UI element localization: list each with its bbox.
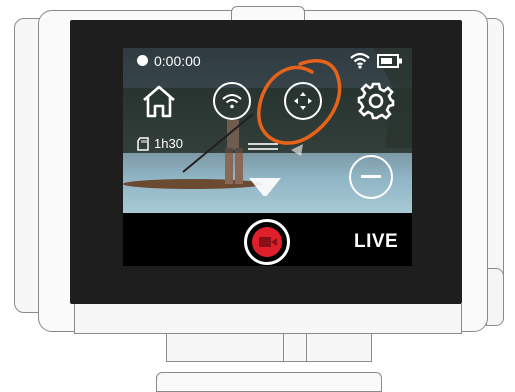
record-button[interactable] [244,219,290,265]
sd-card-icon [137,137,149,151]
wifi-button[interactable] [213,82,251,120]
record-bar: LIVE [123,213,412,266]
zoom-out-button[interactable] [349,155,393,199]
record-status-dot [137,55,148,66]
camera-mount-slot [283,334,307,362]
gear-icon[interactable] [356,81,396,121]
battery-icon [377,54,402,68]
camera-mount-base [156,372,382,392]
home-icon[interactable] [140,82,178,120]
wifi-icon [222,94,242,109]
minus-icon [361,175,381,178]
camera-mount [166,334,372,362]
camera-bottom-lip [74,304,462,334]
wifi-status-icon [350,52,370,69]
camera-side-latch [486,268,504,326]
storage-remaining: 1h30 [154,136,183,151]
highlight-circle [257,58,342,145]
recording-timer: 0:00:00 [154,53,201,69]
record-icon [259,237,277,247]
live-button[interactable]: LIVE [354,231,398,253]
